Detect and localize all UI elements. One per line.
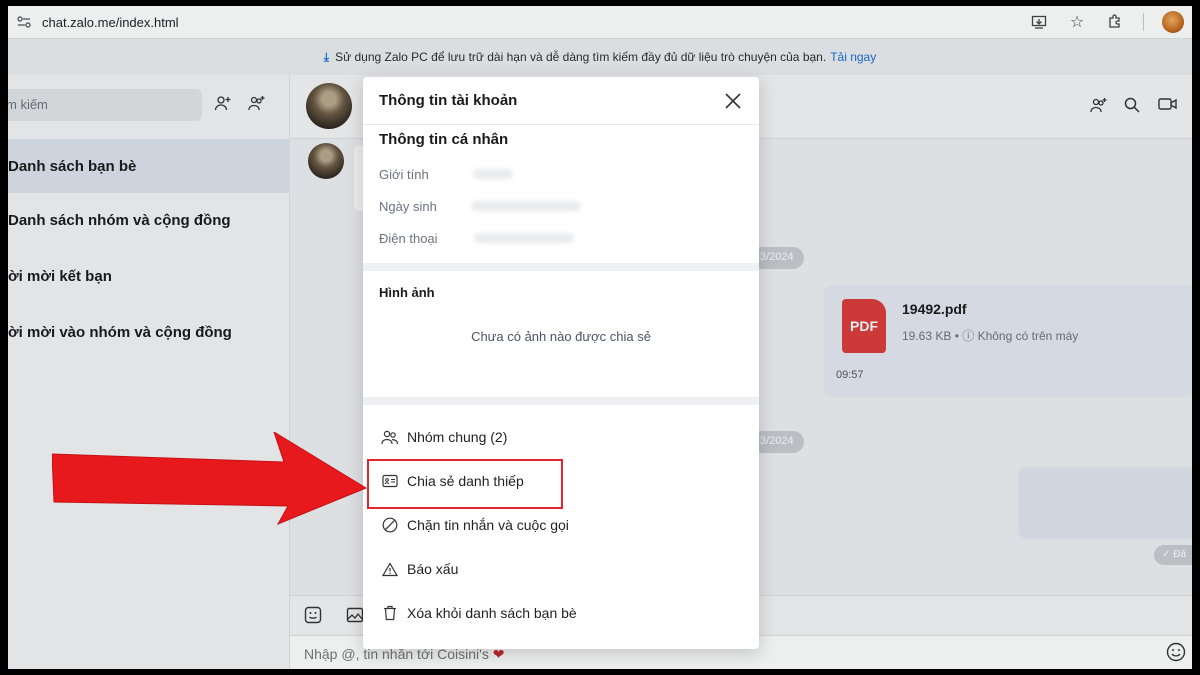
info-label: Điện thoại (379, 230, 438, 246)
photos-title: Hình ảnh (379, 285, 435, 300)
personal-info-title: Thông tin cá nhân (379, 131, 509, 148)
action-label: Chặn tin nhắn và cuộc gọi (407, 517, 569, 533)
close-icon[interactable] (721, 89, 745, 113)
info-label: Ngày sinh (379, 198, 437, 214)
account-info-modal: Thông tin tài khoản Thông tin cá nhân Gi… (363, 77, 759, 649)
action-label: Báo xấu (407, 561, 459, 577)
action-label: Nhóm chung (2) (407, 429, 508, 445)
section-divider (363, 263, 759, 271)
blurred-value (470, 201, 581, 211)
info-row-birthday: Ngày sinh (379, 190, 743, 222)
block-icon (381, 516, 399, 534)
photos-empty-text: Chưa có ảnh nào được chia sẻ (471, 329, 651, 344)
action-label: Xóa khỏi danh sách bạn bè (407, 605, 577, 621)
photos-section: Hình ảnh Chưa có ảnh nào được chia sẻ (363, 271, 759, 397)
blurred-value (473, 233, 574, 243)
warning-icon (381, 560, 399, 578)
info-row-gender: Giới tính (379, 158, 743, 190)
modal-title: Thông tin tài khoản (379, 92, 518, 109)
section-divider (363, 397, 759, 405)
share-contact-card-button[interactable]: Chia sẻ danh thiếp (363, 459, 759, 509)
modal-header: Thông tin tài khoản (363, 77, 759, 125)
blurred-value (472, 169, 513, 179)
red-arrow-annotation (52, 432, 368, 526)
trash-icon (381, 604, 399, 622)
business-card-icon (381, 472, 399, 490)
block-button[interactable]: Chặn tin nhắn và cuộc gọi (363, 503, 759, 547)
info-row-phone: Điện thoại (379, 222, 743, 254)
group-icon (381, 428, 399, 446)
action-label: Chia sẻ danh thiếp (407, 473, 524, 489)
common-groups-button[interactable]: Nhóm chung (2) (363, 415, 759, 459)
report-button[interactable]: Báo xấu (363, 547, 759, 591)
modal-actions: Nhóm chung (2) Chia sẻ danh thiếp Chặn t… (363, 405, 759, 635)
personal-info-section: Thông tin cá nhân Giới tính Ngày sinh Đi… (363, 125, 759, 263)
info-label: Giới tính (379, 166, 429, 182)
remove-friend-button[interactable]: Xóa khỏi danh sách bạn bè (363, 591, 759, 635)
screen: chat.zalo.me/index.html ☆ ⤓ Sử dụng Zalo… (8, 6, 1192, 669)
